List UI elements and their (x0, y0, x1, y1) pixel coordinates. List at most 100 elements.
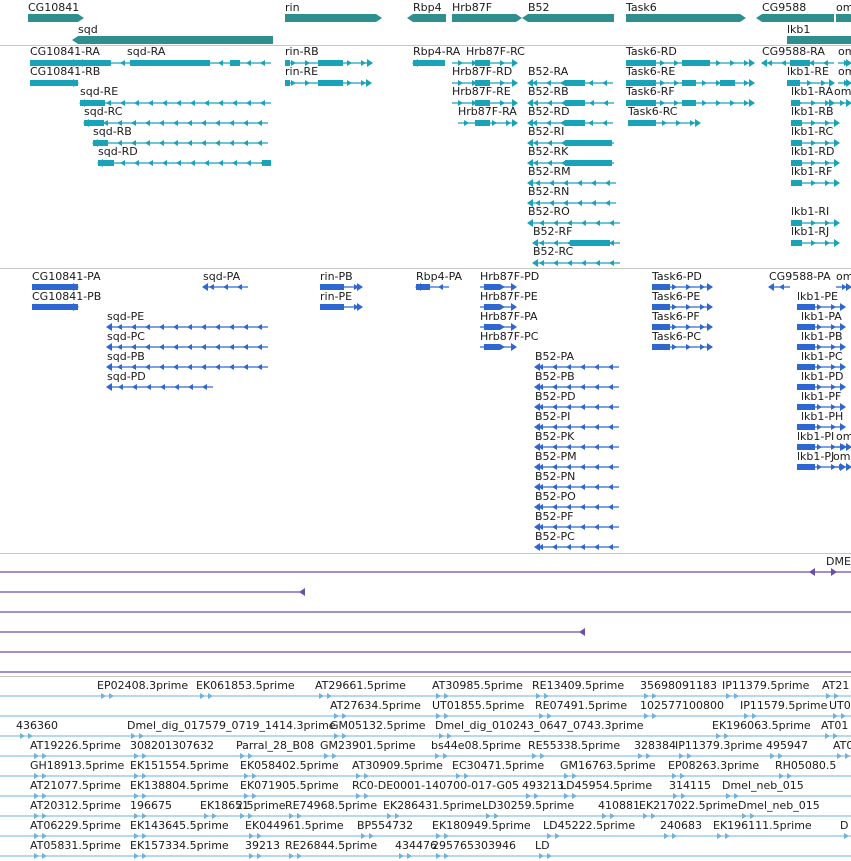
est-label[interactable]: GM23901.5prime (320, 740, 416, 752)
protein-label[interactable]: Hrb87F-PA (480, 311, 538, 323)
protein-label[interactable]: sqd-PA (203, 271, 240, 283)
est-label[interactable]: RH05080.5 (775, 760, 836, 772)
est-label[interactable]: 2.5prime (236, 800, 286, 812)
est-label[interactable]: 314115 (669, 780, 711, 792)
est-label[interactable]: AT01 (821, 720, 848, 732)
est-label[interactable]: UT01855.5prime (432, 700, 524, 712)
est-label[interactable]: AT06229.5prime (30, 820, 121, 832)
transcript-label[interactable]: B52-RC (533, 246, 573, 258)
protein-label[interactable]: B52-PF (535, 511, 573, 523)
est-label[interactable]: AT21077.5prime (30, 780, 121, 792)
est-label[interactable]: AT05831.5prime (30, 840, 121, 852)
transcript-label[interactable]: Task6-RD (626, 46, 677, 58)
protein-label[interactable]: B52-PA (535, 351, 574, 363)
est-label[interactable]: GM16763.5prime (560, 760, 656, 772)
gene-label[interactable]: sqd (78, 24, 98, 36)
transcript-label[interactable]: Task6-RC (628, 106, 677, 118)
transcript-label[interactable]: om (838, 66, 851, 78)
transcript-label[interactable]: sqd-RB (93, 126, 132, 138)
transcript-label[interactable]: lkb1-RB (791, 106, 834, 118)
protein-label[interactable]: Task6-PD (652, 271, 702, 283)
transcript-label[interactable]: B52-RK (528, 146, 568, 158)
est-label[interactable]: RE07491.5prime (535, 700, 627, 712)
transcript-label[interactable]: lkb1-RA (791, 86, 833, 98)
transcript-label[interactable]: Hrb87F-RE (452, 86, 511, 98)
gene-label[interactable]: CG10841 (28, 2, 79, 14)
est-label[interactable]: 196675 (130, 800, 172, 812)
est-label[interactable]: IP11379.5prime (722, 680, 809, 692)
protein-label[interactable]: Hrb87F-PE (480, 291, 538, 303)
protein-label[interactable]: Hrb87F-PD (480, 271, 539, 283)
est-label[interactable]: Parral_28_B08 (236, 740, 314, 752)
est-label[interactable]: IP11379.3prime (675, 740, 762, 752)
protein-label[interactable]: B52-PN (535, 471, 575, 483)
protein-label[interactable]: Task6-PF (652, 311, 700, 323)
est-label[interactable]: 328384 (634, 740, 676, 752)
gene-label[interactable]: CG9588 (762, 2, 806, 14)
transcript-label[interactable]: B52-RA (528, 66, 568, 78)
est-label[interactable]: EC30471.5prime (452, 760, 544, 772)
gene-feature-bar[interactable] (528, 14, 614, 22)
transcript-label[interactable]: lkb1-RC (791, 126, 833, 138)
gene-feature-bar[interactable] (762, 14, 834, 22)
protein-label[interactable]: lkb1-PH (801, 411, 843, 423)
est-label[interactable]: EK071905.5prime (240, 780, 339, 792)
est-label[interactable]: 434476 (395, 840, 437, 852)
est-label[interactable]: 436360 (16, 720, 58, 732)
gene-feature-bar[interactable] (413, 14, 446, 22)
est-label[interactable]: 35698091183 (640, 680, 717, 692)
protein-label[interactable]: CG10841-PB (32, 291, 101, 303)
est-label[interactable]: EK157334.5prime (130, 840, 229, 852)
est-label[interactable]: 495947 (766, 740, 808, 752)
est-label[interactable]: EK151554.5prime (130, 760, 229, 772)
est-label[interactable]: EK058402.5prime (240, 760, 339, 772)
est-label[interactable]: EK143645.5prime (130, 820, 229, 832)
transcript-label[interactable]: lkb1-RE (787, 66, 829, 78)
est-label[interactable]: 295765303946 (432, 840, 516, 852)
est-label[interactable]: AT21 (822, 680, 849, 692)
protein-label[interactable]: lkb1-PD (801, 371, 843, 383)
protein-label[interactable]: sqd-PB (107, 351, 145, 363)
protein-label[interactable]: lkb1-PA (801, 311, 842, 323)
est-label[interactable]: AT19226.5prime (30, 740, 121, 752)
gene-feature-bar[interactable] (285, 14, 376, 22)
protein-label[interactable]: rin-PE (320, 291, 352, 303)
protein-label[interactable]: B52-PK (535, 431, 574, 443)
transcript-label[interactable]: sqd-RC (84, 106, 122, 118)
est-label[interactable]: EK217022.5prime (639, 800, 738, 812)
transcript-label[interactable]: B52-RF (533, 226, 572, 238)
transcript-label[interactable]: CG9588-RA (762, 46, 825, 58)
transcript-label[interactable]: B52-RO (528, 206, 570, 218)
est-label[interactable]: 39213 (245, 840, 280, 852)
transcript-label[interactable]: lkb1-RD (791, 146, 835, 158)
protein-label[interactable]: lkb1-PB (801, 331, 843, 343)
est-label[interactable]: RC0-DE0001-140700-017-G05 (352, 780, 519, 792)
protein-label[interactable]: Rbp4-PA (416, 271, 462, 283)
transcript-label[interactable]: Task6-RE (626, 66, 675, 78)
protein-label[interactable]: B52-PM (535, 451, 577, 463)
protein-label[interactable]: B52-PI (535, 411, 570, 423)
transcript-label[interactable]: lkb1-RF (791, 166, 832, 178)
est-label[interactable]: 410881 (598, 800, 640, 812)
gene-feature-bar[interactable] (836, 14, 851, 22)
protein-label[interactable]: Task6-PC (652, 331, 701, 343)
transcript-label[interactable]: B52-RN (528, 186, 569, 198)
est-label[interactable]: RE74968.5prime (285, 800, 377, 812)
protein-label[interactable]: B52-PC (535, 531, 575, 543)
transcript-label[interactable]: om (838, 46, 851, 58)
est-label[interactable]: AT30909.5prime (352, 760, 443, 772)
protein-label[interactable]: om (836, 431, 851, 443)
transcript-label[interactable]: sqd-RE (80, 86, 118, 98)
transcript-label[interactable]: Rbp4-RA (413, 46, 460, 58)
est-label[interactable]: Dmel_dig_017579_0719_1414.3prime (127, 720, 336, 732)
est-label[interactable]: AT27634.5prime (330, 700, 421, 712)
protein-label[interactable]: lkb1-PC (801, 351, 843, 363)
transcript-label[interactable]: B52-RM (528, 166, 571, 178)
est-label[interactable]: EK196063.5prime (712, 720, 811, 732)
est-label[interactable]: LD30259.5prime (482, 800, 574, 812)
transcript-label[interactable]: sqd-RA (127, 46, 165, 58)
protein-label[interactable]: lkb1-PE (797, 291, 838, 303)
gene-label[interactable]: om (836, 2, 851, 14)
protein-label[interactable]: CG10841-PA (32, 271, 101, 283)
protein-label[interactable]: om (833, 451, 850, 463)
